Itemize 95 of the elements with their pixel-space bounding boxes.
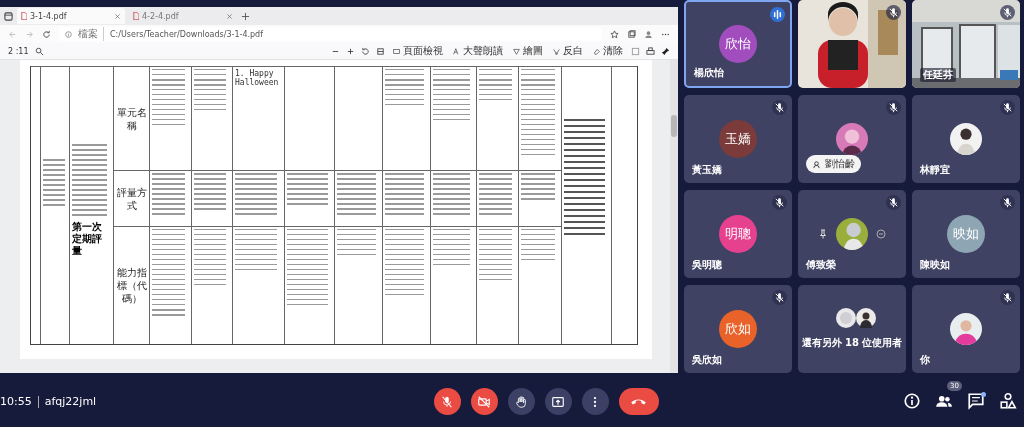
phone-icon: [631, 398, 646, 405]
participant-name: 任廷芬: [920, 68, 956, 82]
page-number[interactable]: 2 :11: [8, 46, 29, 56]
blurred-text-drawing: [337, 173, 376, 218]
zoom-in-icon[interactable]: [346, 46, 355, 56]
blurred-text-drawing: [433, 173, 470, 218]
table-cell-text: 1. Happy Halloween: [235, 69, 280, 87]
collections-icon[interactable]: [627, 29, 636, 39]
activities-button[interactable]: [998, 391, 1018, 412]
participant-name: 陳映如: [920, 258, 950, 272]
avatar: 玉嬌: [719, 120, 757, 158]
participant-tile[interactable]: 林靜宜: [912, 95, 1020, 183]
refresh-icon[interactable]: [42, 29, 51, 39]
row-label: 單元名稱: [116, 105, 147, 132]
participant-name: 楊欣怡: [694, 66, 724, 80]
avatar: 映如: [947, 215, 985, 253]
table-cell-text: 第一次定期評量: [72, 221, 103, 257]
pin-icon[interactable]: [661, 46, 670, 56]
microphone-button[interactable]: [433, 388, 461, 415]
present-screen-button[interactable]: [544, 388, 572, 415]
meeting-code: afqj22jml: [44, 395, 97, 408]
remove-icon[interactable]: [876, 229, 886, 239]
participant-tile[interactable]: 明聰 吳明聰: [684, 190, 792, 278]
avatar: 欣怡: [719, 25, 757, 63]
avatar: 明聰: [719, 215, 757, 253]
participant-tile[interactable]: 劉怡齡: [798, 95, 906, 183]
participant-tile[interactable]: 你: [912, 285, 1020, 373]
shapes-icon: [999, 391, 1017, 410]
fit-page-icon[interactable]: [376, 46, 385, 56]
pin-icon[interactable]: [818, 229, 828, 239]
camera-off-icon: [477, 394, 491, 409]
rotate-icon[interactable]: [361, 46, 370, 56]
participant-name: 黃玉嬌: [692, 163, 722, 177]
toolbar-button[interactable]: 清除: [591, 44, 625, 58]
site-info-label[interactable]: 檔案: [78, 27, 104, 41]
hand-icon: [514, 394, 528, 409]
toolbar-button[interactable]: 大聲朗讀: [451, 44, 505, 58]
participant-name: 吳欣如: [692, 353, 722, 367]
search-icon[interactable]: [34, 46, 44, 56]
participant-tile[interactable]: 還有另外 18 位使用者: [798, 285, 906, 373]
leave-call-button[interactable]: [618, 388, 659, 415]
save-icon[interactable]: [631, 46, 640, 56]
raise-hand-button[interactable]: [507, 388, 535, 415]
person-icon: [812, 159, 821, 169]
camera-button[interactable]: [470, 388, 498, 415]
participant-tile[interactable]: 玉嬌 黃玉嬌: [684, 95, 792, 183]
participant-tile[interactable]: 映如 陳映如: [912, 190, 1020, 278]
participant-tile[interactable]: 欣怡 楊欣怡: [684, 0, 792, 88]
more-participants-label: 還有另外 18 位使用者: [801, 336, 903, 350]
close-icon[interactable]: [226, 12, 233, 20]
mic-off-icon: [440, 394, 454, 409]
blurred-text-drawing: [235, 173, 278, 218]
file-path: C:/Users/Teacher/Downloads/3-1-4.pdf: [110, 29, 263, 39]
row-label: 評量方式: [116, 185, 147, 212]
chat-icon: [967, 391, 985, 410]
clock-time: 10:55: [0, 395, 32, 408]
blurred-text-drawing: [43, 159, 65, 209]
pdf-file-icon: [21, 12, 27, 20]
row-label: 能力指標（代碼）: [116, 266, 147, 305]
info-icon: [903, 391, 921, 410]
blurred-text-drawing: [385, 173, 424, 218]
scrollbar-thumb[interactable]: [671, 115, 677, 137]
eraser-icon: [593, 47, 600, 55]
participant-name: 你: [920, 353, 930, 367]
avatar: 欣如: [719, 310, 757, 348]
participant-name: 吳明聰: [692, 258, 722, 272]
participant-name: 傅致榮: [806, 258, 836, 272]
blurred-text-drawing: [521, 173, 556, 203]
read-aloud-icon: [453, 47, 460, 55]
highlighter-icon: [553, 47, 560, 55]
close-icon[interactable]: [114, 12, 121, 20]
address-bar[interactable]: 檔案 C:/Users/Teacher/Downloads/3-1-4.pdf: [59, 27, 602, 41]
browser-tab[interactable]: 3-1-4.pdf: [17, 8, 125, 24]
present-icon: [551, 394, 565, 409]
participant-tile[interactable]: 欣如 吳欣如: [684, 285, 792, 373]
chat-button[interactable]: [966, 391, 986, 412]
draw-icon: [513, 47, 520, 55]
new-tab-icon[interactable]: [241, 11, 250, 21]
pdf-file-icon: [133, 12, 139, 20]
print-icon[interactable]: [646, 46, 655, 56]
blurred-text-drawing: [194, 173, 227, 213]
tab-actions-icon[interactable]: [4, 11, 13, 21]
star-icon[interactable]: [610, 29, 619, 39]
page-view-icon: [393, 47, 400, 55]
blurred-text-drawing: [152, 173, 186, 218]
participant-name: 林靜宜: [920, 163, 950, 177]
blurred-text-drawing: [479, 173, 513, 218]
participant-tile[interactable]: 傅致榮: [798, 190, 906, 278]
browser-tab[interactable]: 4-2-4.pdf: [129, 8, 237, 24]
toolbar-button[interactable]: 頁面檢視: [391, 44, 445, 58]
name-chip: 劉怡齡: [806, 155, 861, 173]
profile-icon[interactable]: [644, 29, 653, 39]
toolbar-button[interactable]: 反白: [551, 44, 585, 58]
blurred-text-drawing: [287, 173, 328, 208]
toolbar-button[interactable]: 繪圖: [511, 44, 545, 58]
